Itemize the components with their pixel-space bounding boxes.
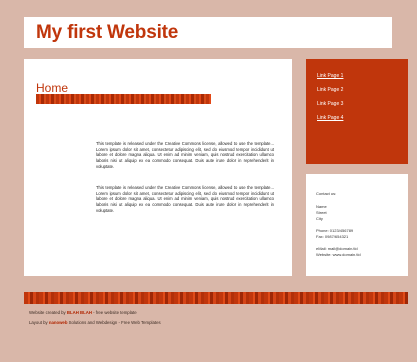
contact-city: City	[316, 216, 323, 221]
main-content: Home This template is released under the…	[24, 59, 292, 276]
page-title: Home	[36, 81, 69, 95]
contact-heading: Contact us:	[316, 191, 337, 196]
nav-link-page-2[interactable]: Link Page 2	[317, 87, 343, 93]
footer-link-layout[interactable]: nanoweb	[49, 320, 68, 325]
footer-link-author[interactable]: BLAH BLAH	[67, 310, 92, 315]
footer-text: - free website template	[91, 310, 137, 315]
heading-decor-bar	[36, 94, 211, 104]
contact-fax: Fax: 0987/654321	[316, 234, 349, 239]
content-paragraph-2: This template is released under the Crea…	[96, 185, 274, 213]
nav-link-page-1[interactable]: Link Page 1	[317, 73, 343, 79]
footer-text: Layout by	[29, 320, 49, 325]
footer-text: Website created by	[29, 310, 67, 315]
contact-box: Contact us: Name Street City Phone: 0123…	[306, 174, 408, 276]
footer-credit-line: Website created by BLAH BLAH - free webs…	[29, 310, 137, 315]
site-title: My first Website	[36, 22, 179, 43]
footer-decor-bar	[24, 292, 408, 304]
footer-text: Solutions and Webdesign - Free Web Templ…	[67, 320, 161, 325]
contact-website[interactable]: Website: www.domain.tld	[316, 252, 361, 257]
nav-link-page-3[interactable]: Link Page 3	[317, 101, 343, 107]
footer-layout-line: Layout by nanoweb Solutions and Webdesig…	[29, 320, 161, 325]
sidebar-nav: Link Page 1 Link Page 2 Link Page 3 Link…	[306, 59, 408, 164]
contact-phone: Phone: 0123/456789	[316, 228, 354, 233]
contact-email[interactable]: eMail: mail@domain.tld	[316, 246, 358, 251]
site-header: My first Website	[24, 17, 392, 48]
nav-link-page-4[interactable]: Link Page 4	[317, 115, 343, 121]
contact-street: Street	[316, 210, 327, 215]
content-paragraph-1: This template is released under the Crea…	[96, 141, 274, 169]
contact-name: Name	[316, 204, 327, 209]
